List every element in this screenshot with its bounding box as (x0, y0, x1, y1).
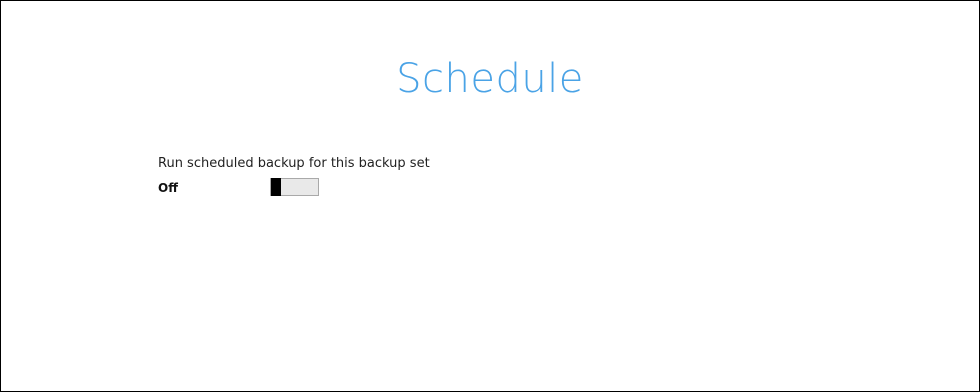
schedule-toggle-row: Off (158, 178, 430, 200)
scheduled-backup-toggle[interactable] (270, 178, 319, 196)
toggle-thumb (271, 178, 281, 196)
toggle-state-label: Off (158, 181, 178, 195)
run-scheduled-backup-label: Run scheduled backup for this backup set (158, 156, 430, 171)
page-title: Schedule (396, 56, 584, 102)
schedule-panel: Schedule Run scheduled backup for this b… (0, 0, 980, 392)
schedule-setting: Run scheduled backup for this backup set… (158, 155, 430, 200)
